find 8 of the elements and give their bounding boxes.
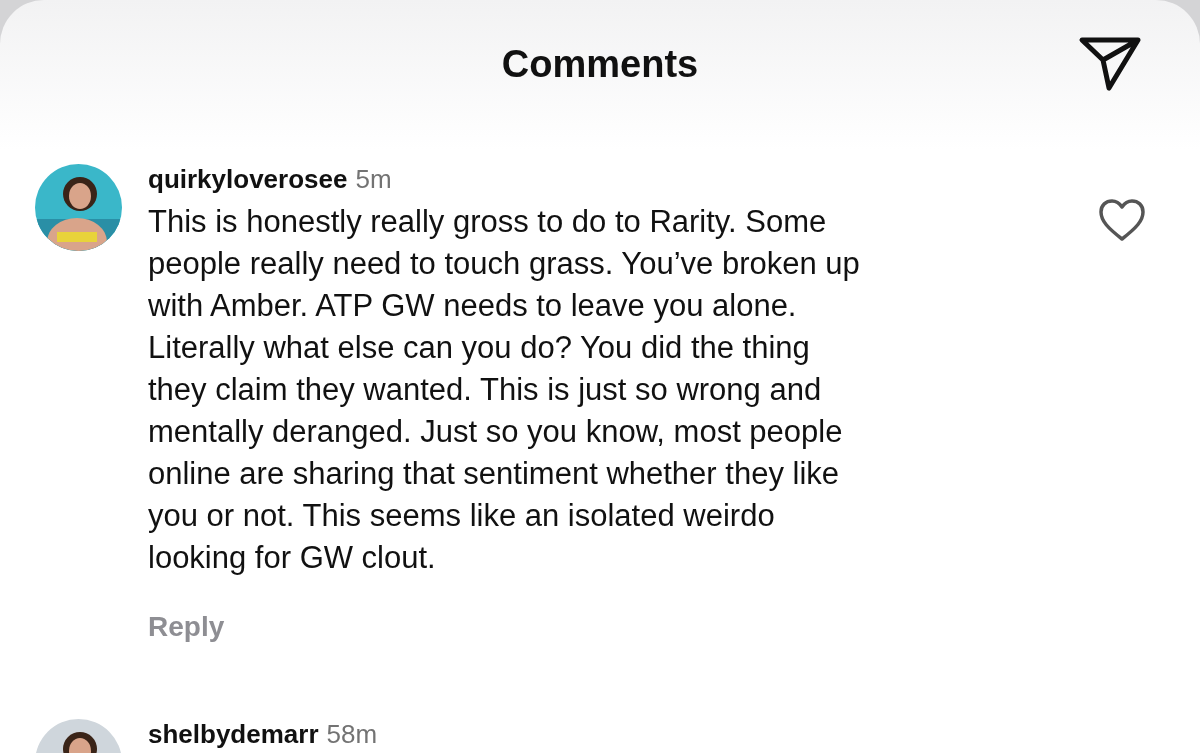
comment-time: 5m [355, 164, 392, 195]
heart-icon[interactable] [1098, 198, 1146, 242]
header-title: Comments [501, 42, 699, 86]
send-icon[interactable] [1078, 36, 1142, 92]
username[interactable]: shelbydemarr [148, 719, 319, 750]
comment-text: This is honestly really gross to do to Rarity. Some people really need to touch grass. You’ve broken up with Amber. ATP GW needs to leave you alone. Literally what else can you do? You did the thing they claim they wanted. This is just so wrong and mentally deranged. Just so you know, most people online are sharing that sentiment whether they like you or not. This seems like an isolated weirdo looking for GW clout. [148, 203, 861, 577]
comment-time: 58m [326, 719, 378, 750]
username[interactable]: quirkyloverosee [148, 164, 348, 195]
